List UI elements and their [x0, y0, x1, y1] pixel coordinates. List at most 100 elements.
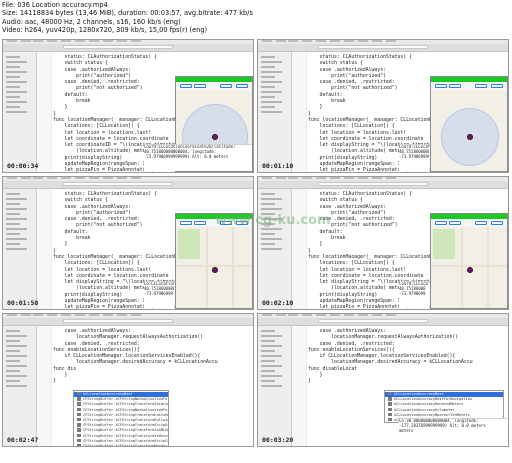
- navigator-item[interactable]: [6, 86, 20, 88]
- menu-item[interactable]: [89, 177, 99, 179]
- navigator-item[interactable]: [261, 330, 275, 332]
- menu-item[interactable]: [61, 314, 71, 316]
- navigator-item[interactable]: [261, 208, 282, 210]
- navigator-item[interactable]: [261, 71, 282, 73]
- menu-item[interactable]: [262, 40, 272, 42]
- map-mode-button[interactable]: [449, 221, 461, 225]
- navigator-item[interactable]: [6, 365, 27, 367]
- menu-item[interactable]: [316, 177, 326, 179]
- navigator-item[interactable]: [6, 385, 27, 387]
- navigator-item[interactable]: [261, 66, 275, 68]
- navigator-item[interactable]: [6, 208, 27, 210]
- autocomplete-item[interactable]: CFStringBuffer.kCFStringTransformMandari…: [74, 444, 168, 446]
- navigator-item[interactable]: [6, 238, 27, 240]
- menu-item[interactable]: [276, 314, 286, 316]
- menu-item[interactable]: [330, 40, 340, 42]
- menu-item[interactable]: [117, 40, 127, 42]
- menu-item[interactable]: [47, 177, 57, 179]
- navigator-item[interactable]: [261, 350, 275, 352]
- menu-item[interactable]: [358, 40, 368, 42]
- navigator-item[interactable]: [6, 96, 20, 98]
- map-mode-button[interactable]: [449, 84, 461, 88]
- source-code[interactable]: case .authorizedAlways: locationManager.…: [53, 329, 218, 386]
- menu-item[interactable]: [276, 177, 286, 179]
- menu-item[interactable]: [117, 314, 127, 316]
- navigator-item[interactable]: [6, 106, 20, 108]
- menu-item[interactable]: [33, 40, 43, 42]
- navigator-item[interactable]: [261, 81, 282, 83]
- menu-item[interactable]: [302, 177, 312, 179]
- menu-item[interactable]: [21, 314, 31, 316]
- menu-item[interactable]: [344, 314, 354, 316]
- menu-item[interactable]: [131, 177, 141, 179]
- map-mode-button[interactable]: [180, 221, 192, 225]
- navigator-item[interactable]: [6, 101, 27, 103]
- menu-item[interactable]: [344, 40, 354, 42]
- menu-item[interactable]: [47, 40, 57, 42]
- navigator-item[interactable]: [261, 385, 282, 387]
- navigator-item[interactable]: [261, 345, 282, 347]
- navigator-item[interactable]: [6, 248, 27, 250]
- menu-item[interactable]: [89, 314, 99, 316]
- navigator-item[interactable]: [6, 370, 20, 372]
- menu-item[interactable]: [358, 314, 368, 316]
- menu-item[interactable]: [75, 177, 85, 179]
- navigator-item[interactable]: [261, 76, 275, 78]
- navigator-item[interactable]: [6, 198, 27, 200]
- menu-item[interactable]: [276, 40, 286, 42]
- navigator-item[interactable]: [261, 96, 275, 98]
- menu-item[interactable]: [330, 177, 340, 179]
- navigator-item[interactable]: [6, 203, 20, 205]
- navigator-item[interactable]: [6, 213, 20, 215]
- navigator-item[interactable]: [6, 193, 20, 195]
- menu-item[interactable]: [21, 40, 31, 42]
- navigator-item[interactable]: [6, 66, 20, 68]
- map-mode-button[interactable]: [491, 221, 503, 225]
- navigator-item[interactable]: [6, 71, 27, 73]
- menu-item[interactable]: [358, 177, 368, 179]
- menu-item[interactable]: [21, 177, 31, 179]
- navigator-item[interactable]: [6, 91, 27, 93]
- menu-item[interactable]: [262, 314, 272, 316]
- menu-item[interactable]: [7, 177, 17, 179]
- menu-item[interactable]: [131, 314, 141, 316]
- ios-simulator[interactable]: [430, 213, 508, 309]
- menu-item[interactable]: [288, 40, 298, 42]
- navigator-item[interactable]: [6, 340, 20, 342]
- menu-item[interactable]: [33, 314, 43, 316]
- menu-item[interactable]: [61, 40, 71, 42]
- navigator-item[interactable]: [261, 340, 275, 342]
- location-pin-icon[interactable]: [212, 267, 218, 273]
- navigator-item[interactable]: [6, 360, 20, 362]
- navigator-item[interactable]: [261, 238, 282, 240]
- menu-item[interactable]: [262, 177, 272, 179]
- menu-item[interactable]: [75, 40, 85, 42]
- navigator-item[interactable]: [6, 335, 27, 337]
- navigator-item[interactable]: [261, 335, 282, 337]
- navigator-item[interactable]: [6, 233, 20, 235]
- navigator-item[interactable]: [6, 223, 20, 225]
- map-mode-button[interactable]: [180, 84, 192, 88]
- navigator-item[interactable]: [261, 370, 275, 372]
- menu-item[interactable]: [61, 177, 71, 179]
- autocomplete-popup[interactable]: kCLLocationAccuracyBest CFStringBuffer.kC…: [73, 390, 169, 446]
- map-mode-button[interactable]: [475, 221, 487, 225]
- navigator-item[interactable]: [6, 380, 20, 382]
- menu-item[interactable]: [386, 177, 396, 179]
- navigator-item[interactable]: [261, 380, 275, 382]
- menu-item[interactable]: [103, 314, 113, 316]
- navigator-item[interactable]: [261, 193, 275, 195]
- navigator-item[interactable]: [261, 248, 282, 250]
- code-editor[interactable]: case .authorizedAlways: locationManager.…: [37, 326, 253, 446]
- menu-item[interactable]: [7, 40, 17, 42]
- navigator-item[interactable]: [261, 111, 282, 113]
- navigator-item[interactable]: [6, 76, 20, 78]
- menu-item[interactable]: [316, 40, 326, 42]
- map-mode-button[interactable]: [194, 84, 206, 88]
- map-mode-button[interactable]: [194, 221, 206, 225]
- menu-item[interactable]: [372, 314, 382, 316]
- location-pin-icon[interactable]: [467, 134, 473, 140]
- menu-item[interactable]: [372, 177, 382, 179]
- menu-item[interactable]: [302, 40, 312, 42]
- navigator-item[interactable]: [6, 355, 27, 357]
